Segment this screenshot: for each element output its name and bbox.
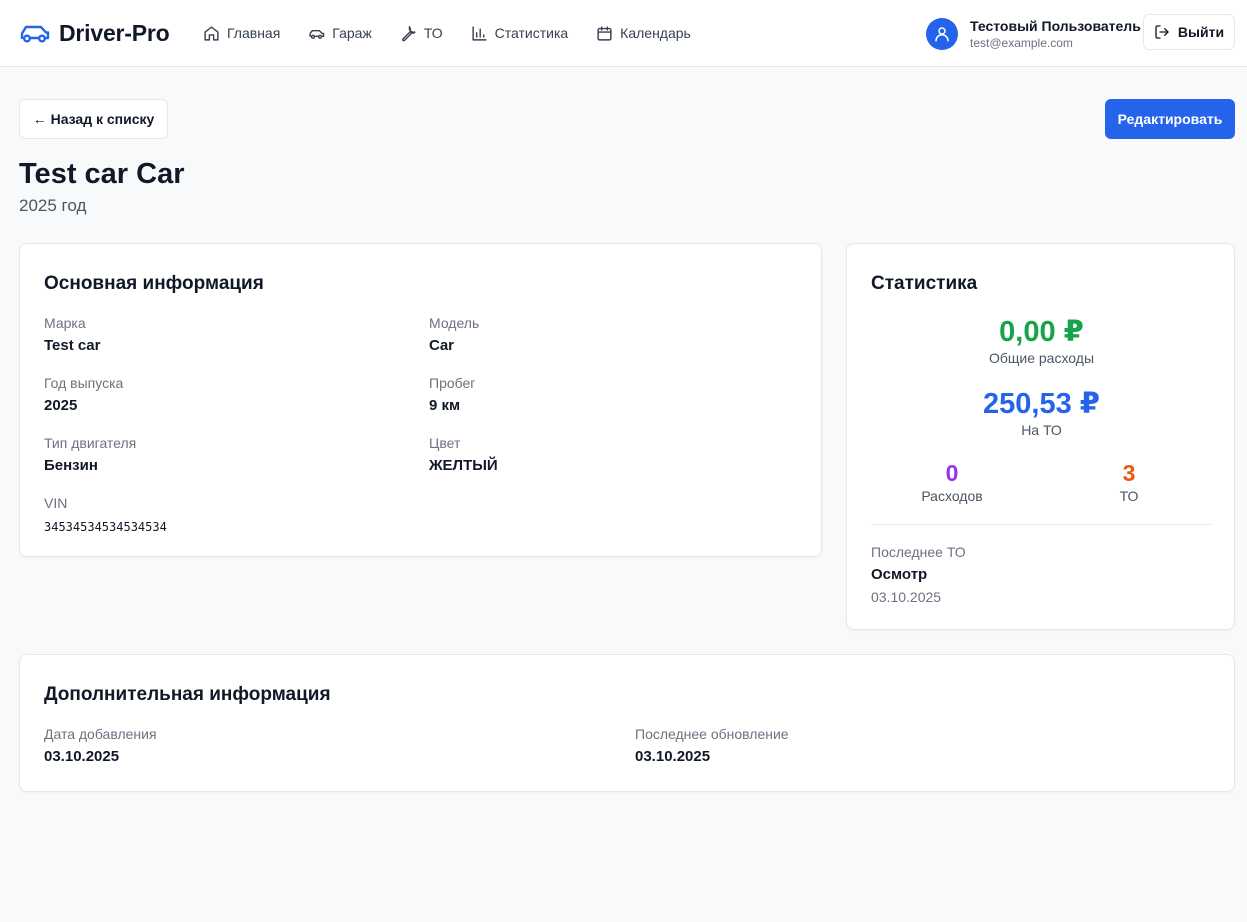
field-label: Цвет — [429, 435, 461, 451]
user-name: Тестовый Пользователь — [970, 17, 1141, 34]
nav-label: Гараж — [332, 25, 372, 41]
main-nav: Главная Гараж ТО Статистика Календарь — [203, 22, 719, 44]
bar-chart-icon — [472, 25, 487, 41]
stat-label: На ТО — [1021, 422, 1062, 438]
nav-label: Календарь — [620, 25, 691, 41]
stat-value: 0,00 ₽ — [999, 316, 1084, 348]
avatar — [926, 18, 958, 50]
stat-label: ТО — [1119, 488, 1139, 504]
user-icon — [935, 27, 949, 42]
field-label: Модель — [429, 315, 480, 331]
logout-button[interactable]: Выйти — [1143, 14, 1235, 50]
nav-item-garage[interactable]: Гараж — [308, 22, 372, 44]
nav-item-calendar[interactable]: Календарь — [596, 22, 691, 44]
brand-name: Driver-Pro — [59, 19, 170, 46]
stat-value: 0 — [945, 460, 959, 486]
field-model: Модель Car — [429, 314, 479, 357]
field-label: Последнее обновление — [635, 726, 789, 742]
divider — [871, 524, 1211, 525]
nav-label: Статистика — [494, 25, 569, 41]
maintenance-spend-stat: 250,53 ₽ На ТО — [847, 387, 1236, 439]
card-title: Статистика — [871, 273, 978, 294]
field-label: Марка — [44, 315, 86, 331]
home-icon — [204, 25, 219, 41]
field-value: 2025 — [44, 397, 78, 414]
field-mileage: Пробег 9 км — [429, 374, 475, 417]
field-vin: VIN 34534534534534534 — [44, 494, 167, 538]
calendar-icon — [597, 25, 612, 41]
field-value: 9 км — [429, 397, 461, 414]
car-logo-icon — [20, 25, 50, 43]
card-title: Основная информация — [44, 273, 264, 294]
maintenance-count-stat: 3 ТО — [1049, 459, 1209, 505]
field-label: Пробег — [429, 375, 476, 391]
field-value: Test car — [44, 337, 101, 354]
field-label: Дата добавления — [44, 726, 157, 742]
nav-item-statistics[interactable]: Статистика — [471, 22, 569, 44]
field-value: Car — [429, 337, 455, 354]
field-last-updated: Последнее обновление 03.10.2025 — [635, 725, 789, 768]
field-label: Последнее ТО — [871, 544, 966, 560]
stat-label: Общие расходы — [988, 350, 1095, 366]
expenses-count-stat: 0 Расходов — [872, 459, 1032, 505]
statistics-card: Статистика 0,00 ₽ Общие расходы 250,53 ₽… — [846, 243, 1235, 630]
stat-value: 3 — [1122, 460, 1136, 486]
field-value: 03.10.2025 — [635, 748, 711, 765]
field-value: 03.10.2025 — [44, 748, 120, 765]
field-make: Марка Test car — [44, 314, 100, 357]
nav-item-maintenance[interactable]: ТО — [400, 22, 443, 44]
logout-icon — [1155, 25, 1169, 39]
card-title: Дополнительная информация — [44, 684, 331, 705]
top-navbar: Driver-Pro Главная Гараж ТО Статистика К… — [0, 0, 1247, 67]
brand-logo[interactable]: Driver-Pro — [19, 18, 170, 48]
nav-label: Главная — [227, 25, 281, 41]
page-subtitle: 2025 год — [19, 196, 87, 215]
stat-value: 250,53 ₽ — [983, 388, 1100, 420]
stat-label: Расходов — [921, 488, 983, 504]
field-label: VIN — [44, 495, 68, 511]
field-engine-type: Тип двигателя Бензин — [44, 434, 136, 477]
field-value: Бензин — [44, 457, 98, 474]
field-year: Год выпуска 2025 — [44, 374, 123, 417]
field-label: Год выпуска — [44, 375, 124, 391]
field-label: Тип двигателя — [44, 435, 137, 451]
field-date-added: Дата добавления 03.10.2025 — [44, 725, 157, 768]
user-email: test@example.com — [970, 35, 1073, 50]
total-expenses-stat: 0,00 ₽ Общие расходы — [847, 315, 1236, 367]
last-maintenance-date: 03.10.2025 — [871, 589, 942, 605]
field-value: 34534534534534534 — [44, 520, 167, 534]
field-color: Цвет ЖЕЛТЫЙ — [429, 434, 498, 477]
last-maintenance: Последнее ТО Осмотр 03.10.2025 — [871, 543, 966, 606]
basic-info-card: Основная информация Марка Test car Модел… — [19, 243, 822, 557]
additional-info-card: Дополнительная информация Дата добавлени… — [19, 654, 1235, 792]
back-to-list-button[interactable]: ← Назад к списку — [19, 99, 168, 139]
wrench-icon — [401, 25, 416, 41]
field-value: ЖЕЛТЫЙ — [429, 457, 498, 474]
last-maintenance-name: Осмотр — [871, 566, 928, 583]
edit-button[interactable]: Редактировать — [1105, 99, 1235, 139]
page-title: Test car Car — [19, 158, 185, 190]
logout-label: Выйти — [1177, 24, 1225, 40]
nav-label: ТО — [423, 25, 443, 41]
nav-item-home[interactable]: Главная — [203, 22, 280, 44]
user-profile[interactable]: Тестовый Пользователь test@example.com — [926, 16, 1141, 52]
car-icon — [309, 29, 325, 39]
